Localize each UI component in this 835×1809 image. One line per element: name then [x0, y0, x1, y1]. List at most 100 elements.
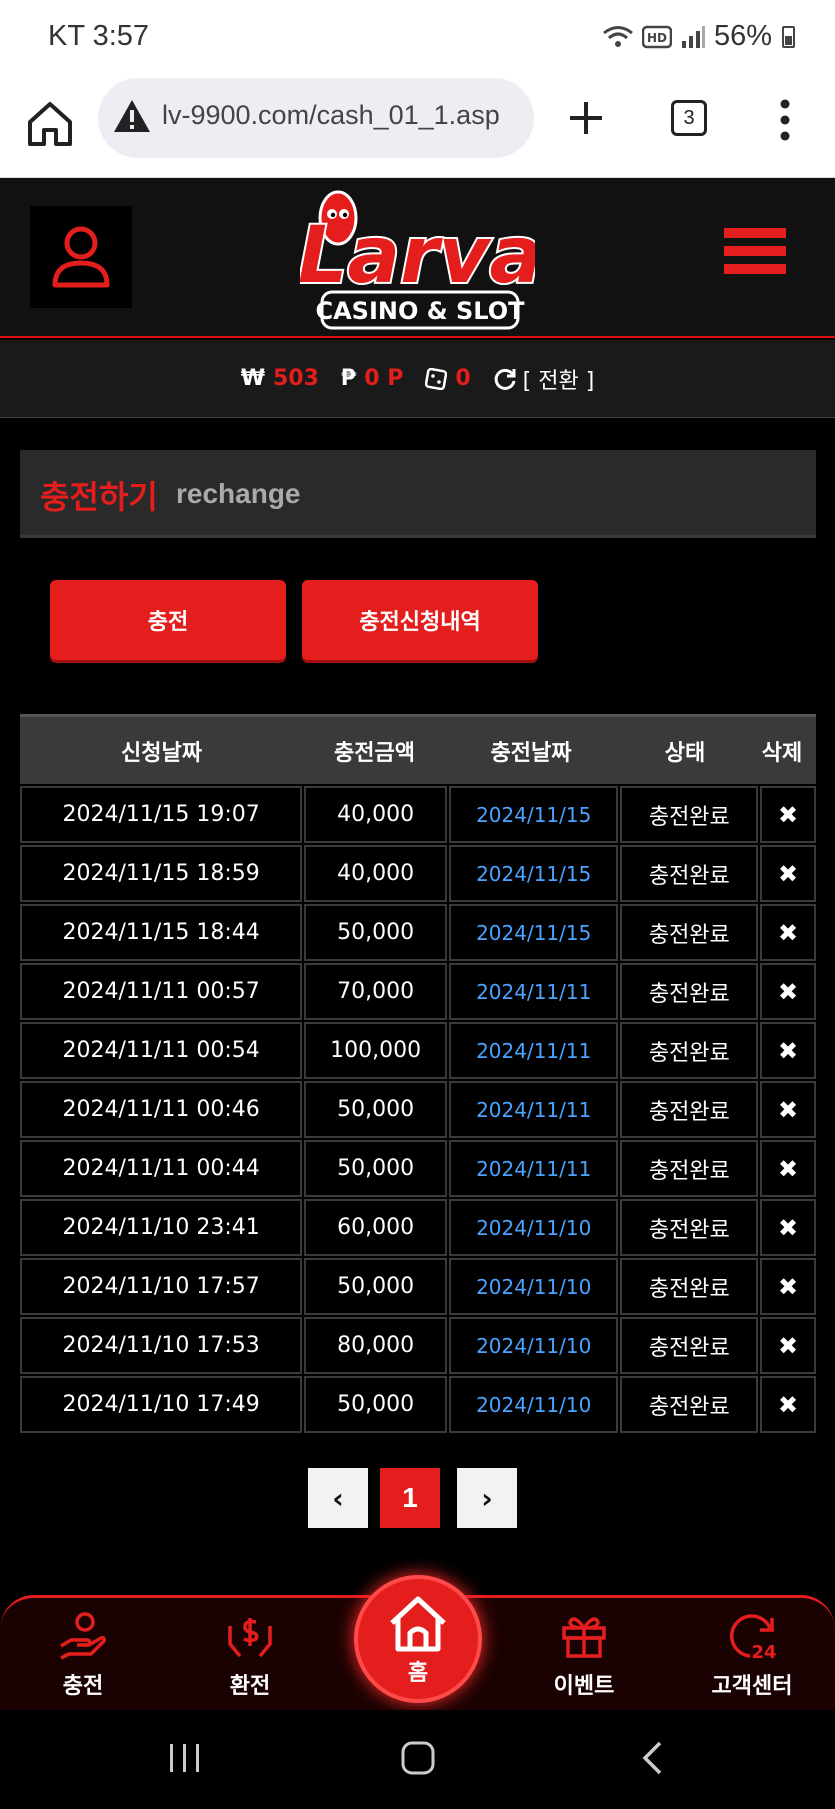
gift-icon — [562, 1617, 606, 1658]
address-bar[interactable]: lv-9900.com/cash_01_1.asp — [98, 78, 534, 158]
requested-date-cell: 2024/11/11 00:44 — [20, 1140, 303, 1197]
charged-date-cell: 2024/11/11 — [448, 963, 619, 1020]
cash-value: 503 — [272, 366, 319, 391]
charge-history-button[interactable]: 충전신청내역 — [302, 580, 538, 660]
requested-date-cell: 2024/11/10 17:53 — [20, 1317, 303, 1374]
new-tab-icon[interactable] — [566, 98, 606, 138]
system-home-icon[interactable] — [400, 1740, 436, 1776]
hamburger-menu-icon[interactable] — [724, 228, 786, 282]
exchange-hands-icon — [228, 1618, 272, 1658]
charge-button[interactable]: 충전 — [50, 580, 286, 660]
cash-balance: ₩ 503 — [241, 366, 319, 391]
recent-apps-icon[interactable] — [168, 1742, 202, 1774]
status-cell: 충전완료 — [620, 904, 759, 961]
status-bar: KT 3:57 HD 56% — [0, 0, 835, 78]
amount-cell: 100,000 — [304, 1022, 447, 1079]
table-row: 2024/11/10 23:41 60,000 2024/11/10 충전완료 ✖ — [20, 1197, 816, 1256]
amount-cell: 50,000 — [304, 1081, 447, 1138]
browser-home-icon[interactable] — [24, 98, 76, 150]
delete-button[interactable]: ✖ — [760, 904, 816, 961]
delete-button[interactable]: ✖ — [760, 1140, 816, 1197]
table-row: 2024/11/10 17:57 50,000 2024/11/10 충전완료 ✖ — [20, 1256, 816, 1315]
home-icon — [390, 1596, 446, 1652]
battery-icon — [782, 25, 795, 48]
system-navigation-bar — [0, 1710, 835, 1809]
amount-cell: 40,000 — [304, 845, 447, 902]
current-page-button[interactable]: 1 — [380, 1468, 440, 1528]
chip-value: 0 — [455, 366, 471, 391]
nav-support-label: 고객센터 — [711, 1674, 793, 1699]
nav-charge[interactable]: 충전 — [28, 1610, 138, 1700]
requested-date-cell: 2024/11/15 18:44 — [20, 904, 303, 961]
balance-bar: ₩ 503 ₱ 0 P 0 [ 전환 ] — [0, 340, 835, 418]
next-page-button[interactable]: › — [457, 1468, 517, 1528]
refresh-icon — [494, 368, 516, 390]
nav-home-button[interactable]: 홈 — [354, 1575, 482, 1703]
delete-button[interactable]: ✖ — [760, 1081, 816, 1138]
site-header: Larva CASINO & SLOT — [0, 178, 835, 338]
site-logo[interactable]: Larva CASINO & SLOT — [296, 184, 544, 334]
status-icons: HD 56% — [602, 20, 795, 53]
delete-button[interactable]: ✖ — [760, 786, 816, 843]
charged-date-cell: 2024/11/10 — [448, 1317, 619, 1374]
warning-icon[interactable] — [112, 98, 152, 134]
point-value: 0 P — [364, 366, 404, 391]
convert-button[interactable]: [ 전환 ] — [493, 363, 595, 395]
delete-button[interactable]: ✖ — [760, 963, 816, 1020]
back-icon[interactable] — [640, 1740, 664, 1776]
larva-logo: Larva CASINO & SLOT — [296, 190, 544, 330]
nav-event-label: 이벤트 — [553, 1674, 615, 1699]
prev-page-button[interactable]: ‹ — [308, 1468, 368, 1528]
status-cell: 충전완료 — [620, 786, 759, 843]
nav-event[interactable]: 이벤트 — [529, 1610, 639, 1700]
header-charged-date: 충전날짜 — [490, 740, 572, 766]
status-cell: 충전완료 — [620, 1258, 759, 1315]
delete-button[interactable]: ✖ — [760, 1376, 816, 1433]
requested-date-cell: 2024/11/15 18:59 — [20, 845, 303, 902]
charge-hand-icon — [60, 1612, 106, 1660]
table-header: 신청날짜 충전금액 충전날짜 상태 삭제 — [20, 714, 816, 784]
header-status: 상태 — [664, 740, 706, 766]
more-menu-icon[interactable] — [778, 98, 792, 142]
status-cell: 충전완료 — [620, 1317, 759, 1374]
svg-text:HD: HD — [647, 31, 667, 45]
status-cell: 충전완료 — [620, 1022, 759, 1079]
delete-button[interactable]: ✖ — [760, 1199, 816, 1256]
page-title-box: 충전하기 rechange — [20, 450, 816, 538]
status-cell: 충전완료 — [620, 963, 759, 1020]
won-icon: ₩ — [240, 366, 265, 391]
convert-label: [ 전환 ] — [522, 368, 595, 394]
charged-date-cell: 2024/11/11 — [448, 1140, 619, 1197]
amount-cell: 70,000 — [304, 963, 447, 1020]
delete-button[interactable]: ✖ — [760, 845, 816, 902]
charged-date-cell: 2024/11/10 — [448, 1199, 619, 1256]
charge-history-table: 신청날짜 충전금액 충전날짜 상태 삭제 2024/11/15 19:07 40,… — [20, 714, 816, 1433]
table-row: 2024/11/11 00:44 50,000 2024/11/11 충전완료 ✖ — [20, 1138, 816, 1197]
logo-wordmark: Larva — [300, 211, 535, 301]
amount-cell: 40,000 — [304, 786, 447, 843]
header-delete: 삭제 — [761, 740, 803, 766]
status-cell: 충전완료 — [620, 1376, 759, 1433]
nav-charge-label: 충전 — [62, 1674, 104, 1699]
carrier-time: KT 3:57 — [48, 20, 150, 52]
header-requested-date: 신청날짜 — [121, 740, 202, 766]
charged-date-cell: 2024/11/15 — [448, 786, 619, 843]
table-row: 2024/11/11 00:57 70,000 2024/11/11 충전완료 ✖ — [20, 961, 816, 1020]
delete-button[interactable]: ✖ — [760, 1022, 816, 1079]
nav-exchange[interactable]: 환전 — [195, 1610, 305, 1700]
user-button[interactable] — [30, 206, 132, 308]
tab-switcher-button[interactable]: 3 — [671, 100, 707, 136]
wifi-icon — [603, 25, 633, 47]
requested-date-cell: 2024/11/11 00:46 — [20, 1081, 303, 1138]
amount-cell: 50,000 — [304, 1140, 447, 1197]
page-subtitle: rechange — [176, 478, 301, 509]
point-icon: ₱ — [340, 366, 357, 391]
nav-support[interactable]: 24 고객센터 — [697, 1610, 807, 1700]
charged-date-cell: 2024/11/15 — [448, 904, 619, 961]
delete-button[interactable]: ✖ — [760, 1258, 816, 1315]
delete-button[interactable]: ✖ — [760, 1317, 816, 1374]
table-row: 2024/11/10 17:53 80,000 2024/11/10 충전완료 ✖ — [20, 1315, 816, 1374]
requested-date-cell: 2024/11/15 19:07 — [20, 786, 303, 843]
url-text[interactable]: lv-9900.com/cash_01_1.asp — [162, 100, 500, 131]
svg-text:24: 24 — [751, 1642, 776, 1662]
